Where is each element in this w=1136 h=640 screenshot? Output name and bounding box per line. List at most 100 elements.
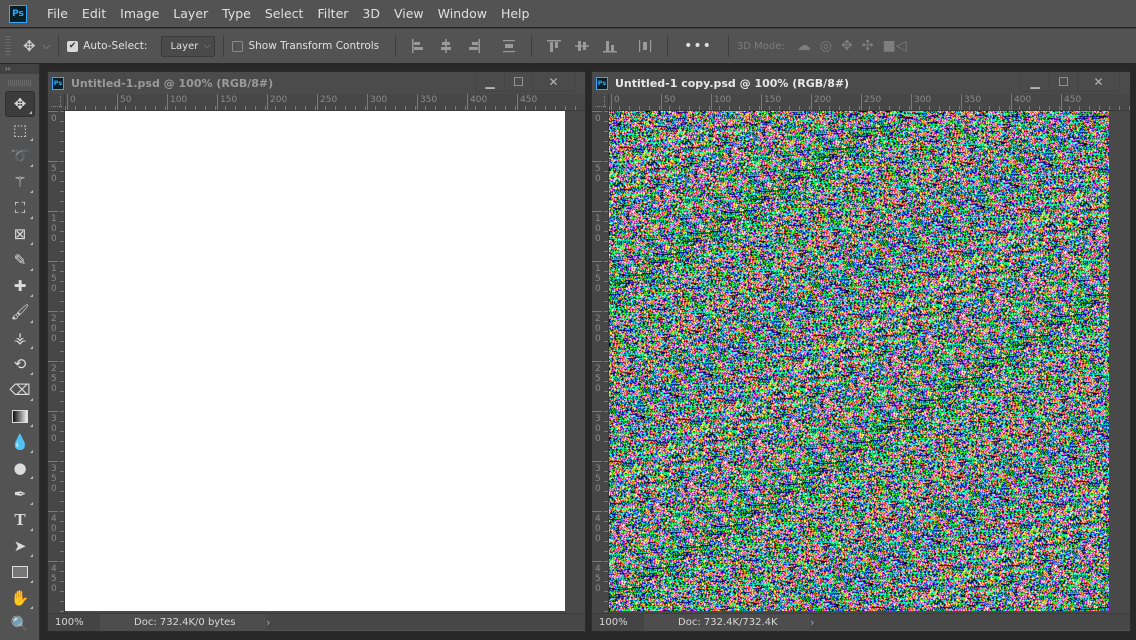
rectangular-marquee-tool[interactable]: ⬚ [5,117,35,143]
zoom-level-field[interactable]: 100% [592,613,644,631]
vertical-ruler[interactable]: 0 50 100 150 200 250 300 350 400 450 [48,111,65,613]
minimize-button[interactable]: ▁ [476,72,504,92]
document-window-untitled-1: Ps Untitled-1.psd @ 100% (RGB/8#) ▁ ☐ ✕ … [47,71,586,632]
3d-slide-icon[interactable]: ✣ [862,38,874,54]
healing-brush-tool[interactable]: ✚ [5,273,35,299]
document-window-untitled-1-copy: Ps Untitled-1 copy.psd @ 100% (RGB/8#) ▁… [591,71,1131,632]
auto-select-target-dropdown[interactable]: Layer ⌵ [161,35,216,57]
vertical-ruler[interactable]: 0 50 100 150 200 250 300 350 400 450 [592,111,609,613]
lasso-icon: ➰ [10,147,30,165]
magic-wand-tool[interactable]: ⚚ [5,169,35,195]
zoom-tool[interactable]: 🔍 [5,611,35,637]
rectangle-tool[interactable] [5,559,35,585]
menu-file[interactable]: File [47,6,68,21]
distribute-vertical-icon[interactable] [502,39,516,53]
menu-window[interactable]: Window [438,6,487,21]
brush-tool[interactable]: 🖌 [5,299,35,325]
zoom-level-field[interactable]: 100% [48,613,100,631]
ruler-tick-label: 350 [592,461,602,494]
white-canvas[interactable] [65,111,565,611]
document-tab[interactable]: Ps Untitled-1.psd @ 100% (RGB/8#) ▁ ☐ ✕ [48,72,585,94]
canvas-area[interactable] [609,111,1130,613]
more-options-button[interactable]: ••• [684,38,712,54]
maximize-button[interactable]: ☐ [504,72,532,92]
options-bar-grip[interactable] [5,36,11,56]
path-selection-icon: ➤ [13,537,27,555]
brush-icon: 🖌 [10,303,30,321]
menu-select[interactable]: Select [265,6,304,21]
menu-type[interactable]: Type [222,6,251,21]
3d-roll-icon[interactable]: ◎ [820,38,832,54]
move-tool[interactable]: ✥ [5,91,35,117]
align-horizontal-centers-icon[interactable] [439,39,453,53]
clone-stamp-tool[interactable]: ⚶ [5,325,35,351]
ruler-tick-label: 0 [67,94,76,110]
status-menu-arrow-icon[interactable]: › [810,616,814,629]
3d-orbit-icon[interactable]: ☁ [797,38,811,54]
ruler-tick-label: 50 [661,94,675,110]
close-button[interactable]: ✕ [1077,72,1119,92]
pen-tool[interactable]: ✒ [5,481,35,507]
canvas-area[interactable] [65,111,585,613]
ruler-tick-label: 400 [592,511,602,544]
tools-panel-grip[interactable] [8,80,31,86]
menu-image[interactable]: Image [120,6,159,21]
horizontal-ruler[interactable]: 0 50 100 150 200 250 300 350 400 450 [609,94,1130,111]
collapse-panel-button[interactable]: ›› [0,64,39,74]
menu-help[interactable]: Help [501,6,530,21]
align-bottom-edges-icon[interactable] [603,39,618,53]
frame-tool[interactable]: ⊠ [5,221,35,247]
menu-filter[interactable]: Filter [317,6,348,21]
close-button[interactable]: ✕ [532,72,574,92]
ruler-tick-label: 150 [48,261,58,294]
minimize-button[interactable]: ▁ [1021,72,1049,92]
3d-camera-icon[interactable]: ■◁ [882,38,906,54]
window-controls: ▁ ☐ ✕ [475,72,575,92]
ruler-origin[interactable] [592,94,609,111]
show-transform-controls-checkbox[interactable] [232,40,244,52]
psd-file-icon: Ps [596,76,608,90]
hand-icon: ✋ [10,589,30,607]
menu-layer[interactable]: Layer [173,6,208,21]
show-transform-controls-label: Show Transform Controls [248,40,380,52]
frame-icon: ⊠ [13,225,27,243]
eraser-tool[interactable]: ⌫ [5,377,35,403]
eyedropper-tool[interactable]: ✎ [5,247,35,273]
status-menu-arrow-icon[interactable]: › [266,616,270,629]
zoom-icon: 🔍 [10,615,30,633]
clone-stamp-icon: ⚶ [13,329,27,347]
auto-select-checkbox[interactable]: ✔ [67,40,79,52]
hand-tool[interactable]: ✋ [5,585,35,611]
align-right-edges-icon[interactable] [467,39,481,53]
align-top-edges-icon[interactable] [547,39,562,53]
divider [395,35,397,57]
maximize-button[interactable]: ☐ [1049,72,1077,92]
move-arrows-icon[interactable]: ✥ [23,37,36,55]
3d-drag-icon[interactable]: ✥ [841,38,853,54]
distribute-horizontal-icon[interactable] [638,39,652,53]
menu-edit[interactable]: Edit [82,6,106,21]
divider [667,35,669,57]
align-left-edges-icon[interactable] [411,39,425,53]
document-title: Untitled-1 copy.psd @ 100% (RGB/8#) [615,76,850,90]
lasso-tool[interactable]: ➰ [5,143,35,169]
eyedropper-icon: ✎ [13,251,27,269]
crop-tool[interactable]: ⛶ [5,195,35,221]
history-brush-tool[interactable]: ⟲ [5,351,35,377]
dodge-icon: ● [13,459,27,477]
menu-3d[interactable]: 3D [362,6,380,21]
type-tool[interactable]: T [5,507,35,533]
align-vertical-centers-icon[interactable] [575,39,590,53]
blur-tool[interactable]: 💧 [5,429,35,455]
path-selection-tool[interactable]: ➤ [5,533,35,559]
document-tab[interactable]: Ps Untitled-1 copy.psd @ 100% (RGB/8#) ▁… [592,72,1130,94]
gradient-tool[interactable] [5,403,35,429]
rgb-noise-canvas[interactable] [609,111,1109,611]
menu-view[interactable]: View [394,6,424,21]
ruler-origin[interactable] [48,94,65,111]
ruler-tick-label: 300 [367,94,387,110]
divider [531,35,533,57]
dodge-tool[interactable]: ● [5,455,35,481]
horizontal-ruler[interactable]: 0 50 100 150 200 250 300 350 400 450 [65,94,585,111]
tool-preset-chevron-down-icon[interactable]: ⌵ [43,41,51,52]
